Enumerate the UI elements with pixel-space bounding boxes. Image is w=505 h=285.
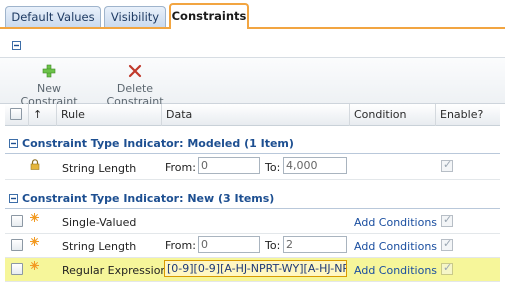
new-item-icon <box>30 237 39 246</box>
group-title: Constraint Type Indicator: New (3 Items) <box>22 192 275 205</box>
grid-header: ↑ Rule Data Condition Enable? <box>5 104 500 126</box>
checkmark-icon: ✓ <box>443 158 453 171</box>
to-label: To: <box>265 239 281 252</box>
checkmark-icon: ✓ <box>443 237 453 250</box>
collapse-group-icon[interactable] <box>9 194 18 203</box>
tab-default-values[interactable]: Default Values <box>5 6 101 28</box>
row-checkbox[interactable] <box>11 263 23 275</box>
table-row[interactable]: String Length From: 0 To: 4,000 ✓ <box>5 155 500 180</box>
checkmark-icon: ✓ <box>443 261 453 274</box>
table-row-highlighted[interactable]: Regular Expression [0-9][0-9][A-HJ-NPRT-… <box>5 258 500 282</box>
delete-constraint-button[interactable]: Delete Constraint <box>92 64 178 108</box>
group-title: Constraint Type Indicator: Modeled (1 It… <box>22 137 294 150</box>
tab-baseline <box>0 27 505 29</box>
from-label: From: <box>165 161 196 174</box>
add-conditions-link[interactable]: Add Conditions <box>354 216 437 229</box>
rule-label: Regular Expression <box>62 264 168 277</box>
row-checkbox[interactable] <box>11 215 23 227</box>
collapse-all-icon[interactable] <box>12 41 21 50</box>
table-row[interactable]: String Length From: 0 To: 2 Add Conditio… <box>5 234 500 258</box>
add-icon <box>42 64 56 78</box>
to-label: To: <box>265 161 281 174</box>
column-header-data[interactable]: Data <box>162 104 350 126</box>
from-input[interactable]: 0 <box>198 236 260 253</box>
regex-input[interactable]: [0-9][0-9][A-HJ-NPRT-WY][A-HJ-NPR <box>164 260 347 277</box>
new-item-icon <box>30 213 39 222</box>
checkmark-icon: ✓ <box>443 213 453 226</box>
from-label: From: <box>165 239 196 252</box>
select-all-header <box>5 104 29 126</box>
group-header-modeled[interactable]: Constraint Type Indicator: Modeled (1 It… <box>5 134 500 154</box>
rule-label: String Length <box>62 162 137 175</box>
select-all-checkbox[interactable] <box>10 108 22 120</box>
delete-icon <box>128 64 142 78</box>
table-row[interactable]: Single-Valued Add Conditions ✓ <box>5 210 500 234</box>
sort-arrow-icon: ↑ <box>33 108 43 121</box>
enable-checkbox[interactable]: ✓ <box>441 237 453 251</box>
enable-checkbox[interactable]: ✓ <box>441 261 453 275</box>
rule-label: Single-Valued <box>62 216 137 229</box>
toolbar: New Constraint Delete Constraint <box>0 57 505 108</box>
rule-label: String Length <box>62 240 137 253</box>
tab-constraints[interactable]: Constraints <box>169 3 249 29</box>
collapse-group-icon[interactable] <box>9 139 18 148</box>
new-item-icon <box>30 261 39 270</box>
group-header-new[interactable]: Constraint Type Indicator: New (3 Items) <box>5 189 500 209</box>
add-conditions-link[interactable]: Add Conditions <box>354 240 437 253</box>
lock-icon <box>30 159 40 170</box>
enable-checkbox[interactable]: ✓ <box>441 213 453 227</box>
to-input[interactable]: 4,000 <box>283 157 347 174</box>
to-input[interactable]: 2 <box>283 236 347 253</box>
tab-strip: Default Values Visibility Constraints <box>0 0 505 29</box>
row-checkbox[interactable] <box>11 239 23 251</box>
add-conditions-link[interactable]: Add Conditions <box>354 264 437 277</box>
new-constraint-button[interactable]: New Constraint <box>10 64 88 108</box>
enable-checkbox[interactable]: ✓ <box>441 158 453 172</box>
column-header-condition[interactable]: Condition <box>350 104 436 126</box>
column-header-rule[interactable]: Rule <box>57 104 162 126</box>
sort-column-header[interactable]: ↑ <box>29 104 57 126</box>
column-header-enable[interactable]: Enable? <box>436 104 500 126</box>
from-input[interactable]: 0 <box>198 157 260 174</box>
tab-visibility[interactable]: Visibility <box>104 6 166 28</box>
